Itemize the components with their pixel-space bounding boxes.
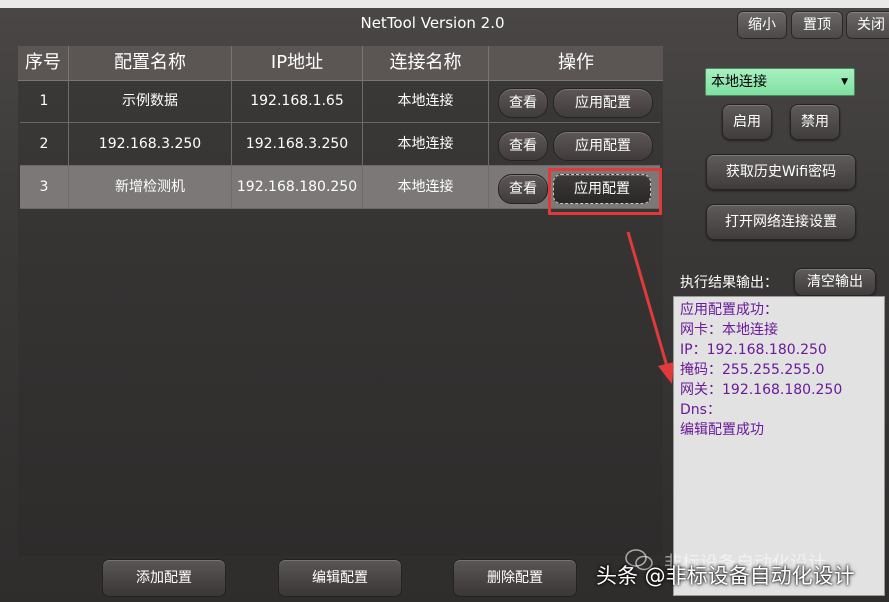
log-line: 网卡：本地连接 — [680, 322, 778, 338]
adapter-select[interactable]: 本地连接 ▼ — [705, 68, 855, 96]
output-label: 执行结果输出： — [680, 275, 778, 291]
log-line: Dns： — [680, 402, 721, 418]
enable-button[interactable]: 启用 — [722, 104, 772, 140]
log-line: 编辑配置成功 — [680, 422, 764, 438]
add-config-button[interactable]: 添加配置 — [102, 559, 226, 597]
delete-config-button[interactable]: 删除配置 — [453, 559, 577, 597]
adapter-select-value: 本地连接 — [711, 74, 767, 90]
dropdown-arrow-icon: ▼ — [841, 77, 848, 87]
open-network-settings-button[interactable]: 打开网络连接设置 — [706, 204, 856, 240]
clear-output-button[interactable]: 清空输出 — [794, 268, 876, 296]
log-line: 网关：192.168.180.250 — [680, 382, 843, 398]
log-line: 掩码：255.255.255.0 — [680, 362, 825, 378]
disable-button[interactable]: 禁用 — [790, 104, 840, 140]
get-wifi-password-button[interactable]: 获取历史Wifi密码 — [706, 154, 856, 190]
watermark-text: 头条 @非标设备自动化设计 — [596, 564, 855, 588]
log-line: IP：192.168.180.250 — [680, 342, 827, 358]
app-window: NetTool Version 2.0 缩小 置顶 关闭 序号 配置名称 IP地… — [0, 0, 889, 602]
edit-config-button[interactable]: 编辑配置 — [278, 559, 402, 597]
log-line: 应用配置成功： — [680, 302, 778, 318]
